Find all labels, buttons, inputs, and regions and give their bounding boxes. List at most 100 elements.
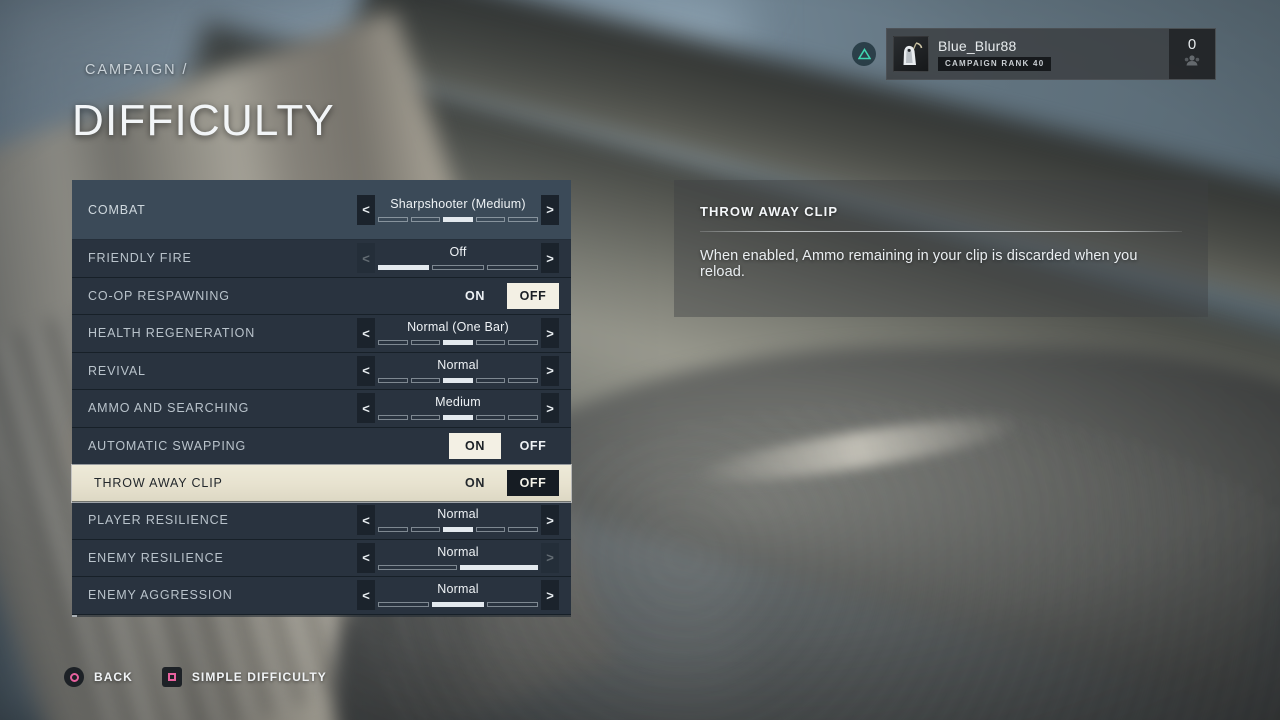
setting-selector[interactable]: < Off > (357, 243, 559, 274)
level-segment (508, 415, 538, 421)
level-segment (443, 216, 473, 222)
action-label: BACK (94, 670, 133, 684)
settings-list[interactable]: COMBAT < Sharpshooter (Medium) > FRIENDLY FI… (72, 180, 571, 617)
setting-toggle[interactable]: ON OFF (449, 432, 559, 459)
setting-selector[interactable]: < Normal > (357, 580, 559, 611)
chevron-left-icon[interactable]: < (357, 355, 375, 386)
level-segment (475, 377, 506, 383)
player-card[interactable]: Blue_Blur88 CAMPAIGN RANK 40 0 (886, 28, 1216, 80)
toggle-on-option[interactable]: ON (449, 283, 501, 309)
setting-level-bar (378, 527, 538, 533)
info-panel: THROW AWAY CLIP When enabled, Ammo remai… (674, 180, 1208, 317)
setting-selector[interactable]: < Normal > (357, 355, 559, 386)
chevron-right-icon[interactable]: > (541, 355, 559, 386)
setting-selector[interactable]: < Normal > (357, 542, 559, 573)
setting-label: REVIVAL (88, 363, 146, 378)
setting-row[interactable]: AUTOMATIC SWAPPING ON OFF (72, 427, 571, 465)
action-label: SIMPLE DIFFICULTY (191, 670, 327, 684)
setting-level-bar (378, 415, 538, 421)
setting-toggle[interactable]: ON OFF (449, 282, 559, 309)
chevron-right-icon[interactable]: > (541, 580, 559, 611)
setting-selector[interactable]: < Normal > (357, 505, 559, 536)
level-segment (443, 415, 473, 421)
chevron-right-icon[interactable]: > (541, 243, 559, 274)
player-rank-badge: CAMPAIGN RANK 40 (938, 56, 1052, 71)
level-segment (378, 602, 430, 608)
breadcrumb: CAMPAIGN / (85, 62, 189, 78)
setting-label: AMMO AND SEARCHING (88, 401, 250, 416)
chevron-left-icon[interactable]: < (357, 580, 375, 611)
setting-row[interactable]: HEALTH REGENERATION < Normal (One Bar) > (72, 315, 571, 353)
setting-row[interactable]: ENEMY RESILIENCE < Normal > (72, 539, 571, 577)
player-bar: Blue_Blur88 CAMPAIGN RANK 40 0 (852, 28, 1216, 80)
toggle-off-option[interactable]: OFF (507, 282, 559, 309)
level-segment (432, 602, 484, 608)
level-segment (508, 377, 538, 383)
setting-selector[interactable]: < Medium > (357, 393, 559, 424)
ps-triangle-icon (852, 42, 876, 66)
square-glyph (167, 673, 176, 681)
level-segment (410, 216, 441, 222)
setting-selector[interactable]: < Sharpshooter (Medium) > (357, 194, 559, 225)
selector-value-area: Medium (375, 393, 541, 423)
chevron-right-icon[interactable]: > (541, 542, 559, 573)
setting-value: Normal (437, 582, 479, 597)
setting-level-bar (378, 216, 538, 222)
squad-count-value: 0 (1187, 36, 1197, 53)
toggle-on-option[interactable]: ON (449, 470, 501, 496)
info-panel-title: THROW AWAY CLIP (700, 204, 839, 219)
setting-value: Normal (437, 357, 479, 372)
setting-row[interactable]: THROW AWAY CLIP ON OFF (72, 465, 571, 502)
level-segment (508, 340, 538, 346)
setting-level-bar (378, 564, 538, 570)
chevron-left-icon[interactable]: < (357, 542, 375, 573)
chevron-left-icon[interactable]: < (357, 243, 375, 274)
setting-level-bar (378, 602, 538, 608)
setting-label: PLAYER RESILIENCE (88, 513, 229, 528)
chevron-right-icon[interactable]: > (541, 505, 559, 536)
level-segment (443, 340, 473, 346)
setting-row[interactable]: REVIVAL < Normal > (72, 352, 571, 390)
level-segment (378, 377, 408, 383)
chevron-right-icon[interactable]: > (541, 194, 559, 225)
setting-row[interactable]: FRIENDLY FIRE < Off > (72, 240, 571, 278)
page-title: DIFFICULTY (72, 96, 335, 145)
action-bar: BACK SIMPLE DIFFICULTY (64, 667, 327, 687)
action-button[interactable]: SIMPLE DIFFICULTY (161, 667, 327, 687)
setting-row[interactable]: COMBAT < Sharpshooter (Medium) > (72, 180, 571, 240)
level-segment (443, 377, 473, 383)
setting-row[interactable]: AMMO AND SEARCHING < Medium > (72, 390, 571, 428)
info-panel-description: When enabled, Ammo remaining in your cli… (700, 248, 1138, 280)
toggle-off-option[interactable]: OFF (507, 433, 559, 459)
action-button[interactable]: BACK (64, 667, 133, 687)
level-segment (378, 415, 408, 421)
chevron-left-icon[interactable]: < (357, 194, 375, 225)
toggle-on-option[interactable]: ON (449, 432, 501, 459)
selector-value-area: Normal (375, 505, 541, 535)
level-segment (508, 527, 538, 533)
toggle-off-option[interactable]: OFF (507, 470, 559, 496)
setting-value: Off (449, 245, 467, 260)
ps-square-icon (161, 667, 182, 687)
selector-value-area: Normal (One Bar) (375, 318, 541, 348)
setting-selector[interactable]: < Normal (One Bar) > (357, 318, 559, 349)
chevron-left-icon[interactable]: < (357, 505, 375, 536)
setting-label: AUTOMATIC SWAPPING (88, 438, 247, 453)
chevron-left-icon[interactable]: < (357, 393, 375, 424)
setting-toggle[interactable]: ON OFF (449, 470, 559, 496)
chevron-right-icon[interactable]: > (541, 393, 559, 424)
chevron-right-icon[interactable]: > (541, 318, 559, 349)
selector-value-area: Normal (375, 543, 541, 573)
setting-row[interactable]: PLAYER RESILIENCE < Normal > (72, 502, 571, 540)
level-segment (475, 415, 506, 421)
setting-row[interactable]: ENEMY AGGRESSION < Normal > (72, 577, 571, 615)
level-segment (410, 527, 441, 533)
squad-count: 0 (1169, 29, 1215, 79)
chevron-left-icon[interactable]: < (357, 318, 375, 349)
setting-level-bar (378, 265, 538, 271)
setting-label: ENEMY AGGRESSION (88, 588, 233, 603)
level-segment (378, 527, 408, 533)
level-segment (432, 265, 484, 271)
setting-row[interactable]: CO-OP RESPAWNING ON OFF (72, 277, 571, 315)
setting-label: COMBAT (88, 202, 146, 217)
